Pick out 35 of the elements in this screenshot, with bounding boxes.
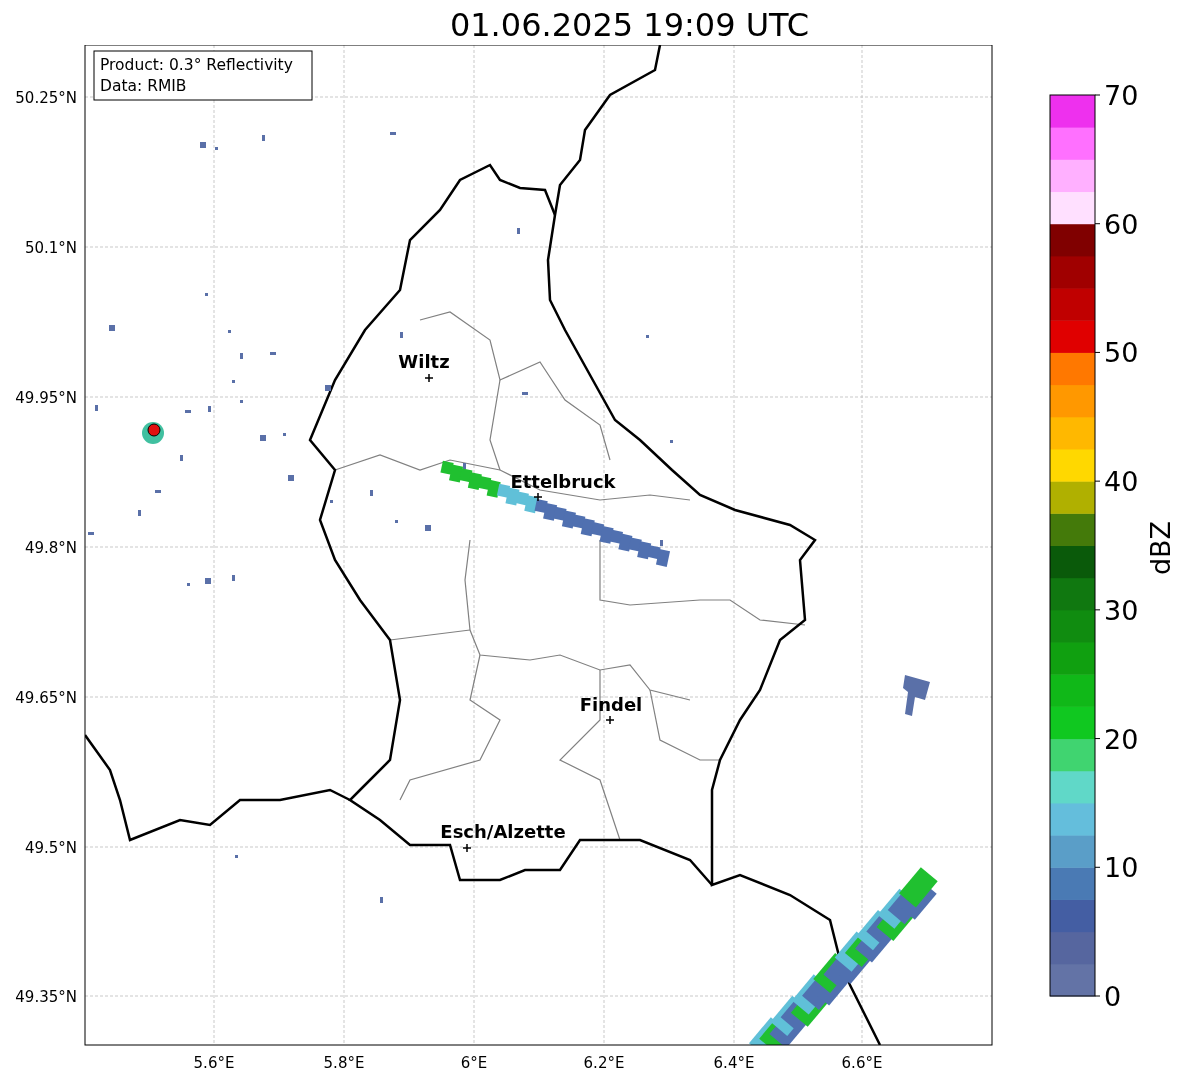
colorbar-tick-label: 10 xyxy=(1104,852,1139,884)
info-text: Data: RMIB xyxy=(100,77,187,95)
latitude-label: 49.65°N xyxy=(15,689,77,707)
colorbar-tick-label: 20 xyxy=(1104,723,1139,755)
chart-title: 01.06.2025 19:09 UTC xyxy=(449,5,810,45)
colorbar-tick-label: 0 xyxy=(1104,981,1122,1012)
colorbar-tick-label: 50 xyxy=(1104,337,1139,369)
colorbar-tick-label: 40 xyxy=(1104,466,1139,498)
latitude-label: 49.8°N xyxy=(24,539,77,557)
longitude-label: 6°E xyxy=(460,1054,488,1072)
city-label: Findel xyxy=(579,694,643,715)
city-marker-icon xyxy=(462,843,472,853)
longitude-label: 5.6°E xyxy=(193,1054,235,1072)
radar-echo-drawing xyxy=(903,675,930,716)
radar-site-icon xyxy=(142,422,164,444)
latitude-label: 49.35°N xyxy=(15,988,77,1006)
longitude-label: 6.2°E xyxy=(583,1054,625,1072)
city-label: Esch/Alzette xyxy=(440,821,566,842)
city-label: Wiltz xyxy=(398,351,450,372)
longitude-label: 6.6°E xyxy=(841,1054,883,1072)
longitude-label: 5.8°E xyxy=(323,1054,365,1072)
colorbar-title: dBZ xyxy=(1145,520,1176,576)
colorbar-tick-label: 60 xyxy=(1104,208,1139,240)
city-marker-icon xyxy=(424,373,434,383)
latitude-label: 49.5°N xyxy=(24,839,77,857)
city-label: Ettelbruck xyxy=(510,471,616,492)
colorbar-tick-label: 30 xyxy=(1104,594,1139,626)
longitude-label: 6.4°E xyxy=(713,1054,755,1072)
info-text: Product: 0.3° Reflectivity xyxy=(100,56,293,74)
city-marker-icon xyxy=(605,715,615,725)
city-marker-icon xyxy=(533,492,543,502)
latitude-label: 50.1°N xyxy=(24,239,77,257)
latitude-label: 50.25°N xyxy=(15,89,77,107)
colorbar-tick-label: 70 xyxy=(1104,80,1139,111)
latitude-label: 49.95°N xyxy=(15,389,77,407)
